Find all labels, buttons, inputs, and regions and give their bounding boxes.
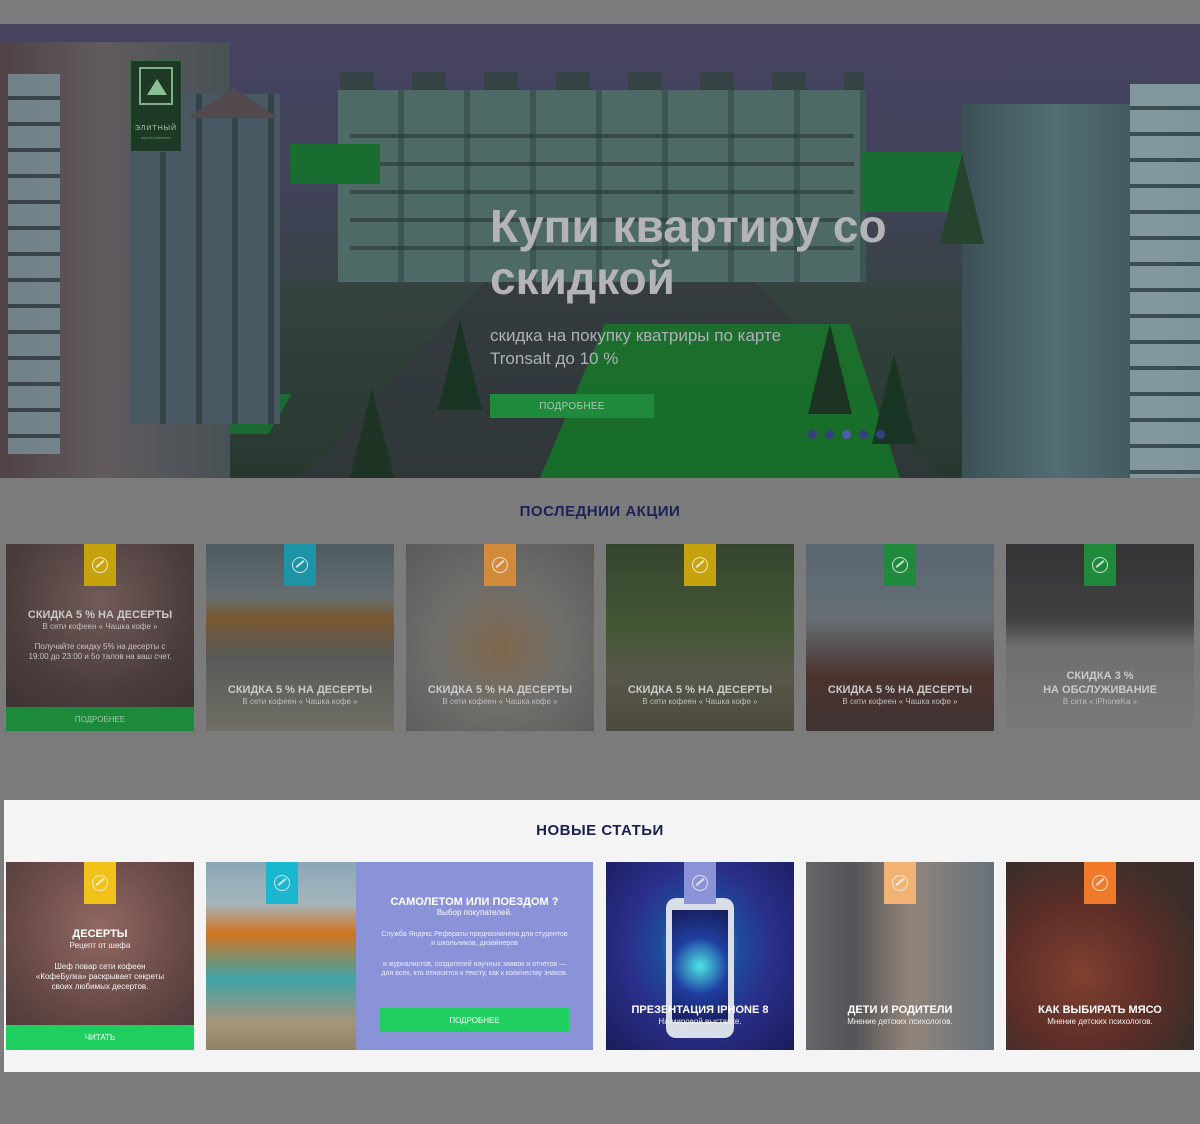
leaf-icon [492, 557, 508, 573]
hero-title: Купи квартиру со скидкой [490, 200, 887, 304]
logo-text: ЭЛИТНЫЙ [135, 125, 177, 132]
article-read-button[interactable]: ЧИТАТЬ [6, 1025, 194, 1050]
article-card[interactable]: КАК ВЫБИРАТЬ МЯСО Мнение детских психоло… [1006, 862, 1194, 1050]
promo-title-line1: СКИДКА 3 % [1066, 670, 1134, 682]
promo-title: СКИДКА 5 % НА ДЕСЕРТЫ [627, 684, 773, 696]
promo-tag [684, 544, 716, 586]
leaf-icon [1092, 557, 1108, 573]
promo-tag [884, 544, 916, 586]
article-card[interactable] [206, 862, 356, 1050]
slider-dot-active[interactable] [842, 430, 851, 439]
featured-more-button[interactable]: ПОДРОБНЕЕ [380, 1008, 569, 1032]
featured-description: Служба Яндекс.Рефераты предназначена для… [381, 931, 568, 947]
leaf-icon [274, 875, 290, 891]
promo-subtitle: В сети кофеен « Чашка кофе » [42, 622, 158, 631]
hero-banner: ЭЛИТНЫЙ жилой комплекс Купи квартиру со … [0, 24, 1200, 478]
promo-subtitle: В сети « iPhoneKa » [1062, 697, 1138, 706]
article-subtitle: Мнение детских психологов. [1047, 1017, 1153, 1026]
leaf-icon [292, 557, 308, 573]
article-tag [684, 862, 716, 904]
article-card[interactable]: ДЕТИ И РОДИТЕЛИ Мнение детских психолого… [806, 862, 994, 1050]
promo-subtitle: В сети кофеен « Чашка кофе » [642, 697, 758, 706]
slider-dot[interactable] [876, 430, 885, 439]
promo-subtitle: В сети кофеен « Чашка кофе » [842, 697, 958, 706]
article-subtitle: На мировой выставке. [658, 1017, 742, 1026]
promos-title: ПОСЛЕДНИИ АКЦИИ [519, 503, 681, 520]
slider-dot[interactable] [825, 430, 834, 439]
promo-tag [1084, 544, 1116, 586]
slider-dot[interactable] [808, 430, 817, 439]
promo-card[interactable]: СКИДКА 5 % НА ДЕСЕРТЫ В сети кофеен « Ча… [6, 544, 194, 731]
slider-dots [808, 430, 885, 439]
article-subtitle: Рецепт от шефа [69, 941, 131, 950]
article-description: Шеф повар сети кофеен «КофеБулка» раскры… [35, 962, 165, 991]
promo-subtitle: В сети кофеен « Чашка кофе » [242, 697, 358, 706]
slider-dot[interactable] [859, 430, 868, 439]
leaf-icon [892, 875, 908, 891]
article-subtitle: Мнение детских психологов. [847, 1017, 953, 1026]
promo-title: СКИДКА 5 % НА ДЕСЕРТЫ [827, 684, 973, 696]
article-title: ПРЕЗЕНТАЦИЯ IPHONE 8 [631, 1004, 769, 1016]
promo-title-line2: НА ОБСЛУЖИВАНИЕ [1043, 684, 1157, 696]
leaf-icon [92, 875, 108, 891]
article-title: ДЕСЕРТЫ [72, 928, 128, 940]
leaf-icon [92, 557, 108, 573]
articles-title: НОВЫЕ СТАТЬИ [536, 822, 664, 839]
promo-card[interactable]: СКИДКА 5 % НА ДЕСЕРТЫ В сети кофеен « Ча… [406, 544, 594, 731]
leaf-icon [692, 557, 708, 573]
featured-subtitle: Выбор покупателей. [436, 908, 513, 917]
promo-tag [84, 544, 116, 586]
promo-title: СКИДКА 5 % НА ДЕСЕРТЫ [227, 684, 373, 696]
promo-tag [484, 544, 516, 586]
leaf-icon [1092, 875, 1108, 891]
promo-subtitle: В сети кофеен « Чашка кофе » [442, 697, 558, 706]
leaf-icon [892, 557, 908, 573]
promo-card[interactable]: СКИДКА 5 % НА ДЕСЕРТЫ В сети кофеен « Ча… [806, 544, 994, 731]
hero-subtitle: скидка на покупку кватриры по карте Tron… [490, 326, 782, 368]
logo-subtext: жилой комплекс [140, 135, 172, 140]
article-tag [266, 862, 298, 904]
promo-title: СКИДКА 5 % НА ДЕСЕРТЫ [427, 684, 573, 696]
promo-description: Получайте скидку 5% на десерты с 19:00 д… [28, 642, 172, 661]
promo-title: СКИДКА 5 % НА ДЕСЕРТЫ [27, 609, 173, 621]
promo-more-button[interactable]: ПОДРОБНЕЕ [6, 707, 194, 731]
article-title: ДЕТИ И РОДИТЕЛИ [847, 1004, 953, 1016]
article-card[interactable]: ПРЕЗЕНТАЦИЯ IPHONE 8 На мировой выставке… [606, 862, 794, 1050]
promo-card[interactable]: СКИДКА 5 % НА ДЕСЕРТЫ В сети кофеен « Ча… [606, 544, 794, 731]
article-tag [84, 862, 116, 904]
promo-card[interactable]: СКИДКА 5 % НА ДЕСЕРТЫ В сети кофеен « Ча… [206, 544, 394, 731]
featured-description: и журналистов, создателей научных заявок… [381, 961, 568, 977]
featured-article[interactable]: САМОЛЕТОМ ИЛИ ПОЕЗДОМ ? Выбор покупателе… [356, 862, 593, 1050]
promo-card[interactable]: СКИДКА 3 % НА ОБСЛУЖИВАНИЕ В сети « iPho… [1006, 544, 1194, 731]
article-card[interactable]: ДЕСЕРТЫ Рецепт от шефа Шеф повар сети ко… [6, 862, 194, 1050]
logo-mark-icon [139, 67, 173, 105]
article-title: КАК ВЫБИРАТЬ МЯСО [1038, 1004, 1162, 1016]
site-logo[interactable]: ЭЛИТНЫЙ жилой комплекс [130, 60, 182, 152]
article-tag [884, 862, 916, 904]
article-tag [1084, 862, 1116, 904]
hero-more-button[interactable]: ПОДРОБНЕЕ [490, 394, 654, 418]
featured-title: САМОЛЕТОМ ИЛИ ПОЕЗДОМ ? [390, 896, 559, 908]
promo-tag [284, 544, 316, 586]
leaf-icon [692, 875, 708, 891]
